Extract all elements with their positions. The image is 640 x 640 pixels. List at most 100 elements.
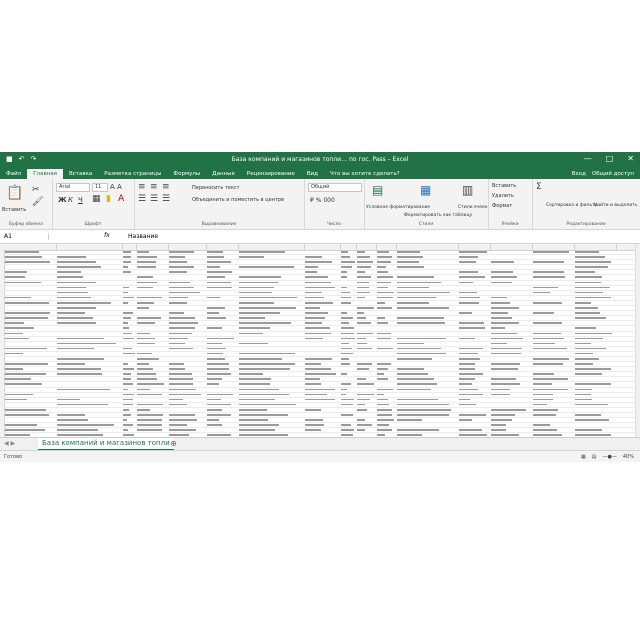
align-top-icon[interactable]: ≡ <box>138 182 146 192</box>
sort-filter-button[interactable]: Сортировка и фильтр <box>546 203 598 208</box>
currency-icon[interactable]: ₽ % 000 <box>310 197 335 204</box>
cell-text <box>459 398 470 401</box>
cell-text <box>491 419 512 421</box>
close-button[interactable]: ✕ <box>627 154 634 163</box>
fill-color-icon[interactable]: ▮ <box>106 194 111 204</box>
cell-text <box>459 429 482 431</box>
cell-text <box>377 301 385 304</box>
cell-text <box>57 357 104 360</box>
delete-cells-button[interactable]: Удалить <box>492 193 514 199</box>
paste-button[interactable]: Вставить <box>2 207 26 213</box>
borders-icon[interactable]: ▦ <box>92 194 101 204</box>
cell-text <box>397 414 449 416</box>
cell-text <box>305 393 327 396</box>
tab-formulas[interactable]: Формулы <box>167 169 206 179</box>
tab-review[interactable]: Рецензирование <box>241 169 301 179</box>
align-right-icon[interactable]: ☰ <box>162 194 170 204</box>
cell-text <box>305 327 330 329</box>
font-name-select[interactable]: Arial <box>56 183 90 192</box>
cell-text <box>239 291 272 294</box>
cell-text <box>357 419 365 421</box>
font-size-select[interactable]: 11 <box>92 183 108 192</box>
conditional-format-button[interactable]: Условное форматирование <box>366 205 430 210</box>
paste-icon[interactable]: 📋 <box>6 185 23 201</box>
format-table-button[interactable]: Форматировать как таблицу <box>404 213 472 218</box>
conditional-format-icon[interactable]: ▤ <box>372 183 383 197</box>
alignment-label: Выравнивание <box>201 222 237 227</box>
zoom-slider[interactable]: —●— <box>603 454 617 460</box>
tab-data[interactable]: Данные <box>206 169 241 179</box>
share-button[interactable]: Общий доступ <box>592 171 634 177</box>
cell-text <box>5 281 41 284</box>
worksheet-grid[interactable] <box>0 244 640 448</box>
sheet-nav-arrows[interactable]: ◀ ▶ <box>4 440 15 447</box>
number-format-select[interactable]: Общий <box>308 183 362 192</box>
cell-text <box>491 352 521 355</box>
tab-page-layout[interactable]: Разметка страницы <box>98 169 167 179</box>
cell-text <box>123 363 128 365</box>
tab-view[interactable]: Вид <box>301 169 324 179</box>
cell-area[interactable] <box>4 250 636 448</box>
cell-text <box>207 342 222 345</box>
cell-text <box>575 256 605 258</box>
underline-button[interactable]: Ч <box>78 196 83 204</box>
format-table-icon[interactable]: ▦ <box>420 183 431 197</box>
bold-button[interactable]: Ж <box>58 196 67 204</box>
cell-text <box>57 368 101 370</box>
wrap-text-button[interactable]: Переносить текст <box>192 185 240 191</box>
tell-me-search[interactable]: Что вы хотите сделать? <box>324 169 406 179</box>
cell-text <box>341 322 349 324</box>
cell-text <box>137 352 152 355</box>
cell-text <box>533 429 557 431</box>
maximize-button[interactable]: □ <box>606 154 614 163</box>
cell-text <box>459 388 478 391</box>
cell-text <box>207 281 231 284</box>
align-middle-icon[interactable]: ≡ <box>150 182 158 192</box>
cell-text <box>575 301 591 304</box>
signin-link[interactable]: Вход <box>572 171 586 177</box>
autosum-icon[interactable]: Σ <box>536 182 542 192</box>
tab-home[interactable]: Главная <box>27 169 63 179</box>
cell-text <box>137 368 153 370</box>
align-center-icon[interactable]: ☰ <box>150 194 158 204</box>
cell-text <box>305 301 333 304</box>
tab-insert[interactable]: Вставка <box>63 169 98 179</box>
cell-text <box>357 398 370 401</box>
find-select-button[interactable]: Найти и выделить <box>594 203 638 208</box>
align-left-icon[interactable]: ☰ <box>138 194 146 204</box>
align-bottom-icon[interactable]: ≡ <box>162 182 170 192</box>
cell-text <box>357 296 365 299</box>
cell-text <box>169 337 188 340</box>
cell-styles-button[interactable]: Стили ячеек <box>458 205 488 210</box>
vertical-scrollbar[interactable] <box>635 244 640 448</box>
minimize-button[interactable]: — <box>584 154 592 163</box>
cell-text <box>137 388 150 391</box>
tab-file[interactable]: Файл <box>0 169 27 179</box>
view-layout-icon[interactable]: ▤ <box>592 454 597 460</box>
name-box[interactable]: A1 <box>4 233 49 240</box>
format-painter-icon[interactable]: 🖌 <box>32 197 43 207</box>
cell-text <box>169 342 185 345</box>
cell-text <box>397 408 451 411</box>
format-cells-button[interactable]: Формат <box>492 203 512 209</box>
font-color-icon[interactable]: A <box>118 194 124 204</box>
cell-styles-icon[interactable]: ▥ <box>462 183 473 197</box>
formula-input[interactable]: Название <box>128 233 158 240</box>
add-sheet-icon[interactable]: ⊕ <box>170 439 177 448</box>
cell-text <box>123 337 134 340</box>
cell-text <box>397 276 434 279</box>
group-styles: ▤ Условное форматирование ▦ Форматироват… <box>364 179 489 229</box>
italic-button[interactable]: К <box>68 196 73 204</box>
insert-cells-button[interactable]: Вставить <box>492 183 516 189</box>
fx-icon[interactable]: fx <box>104 232 110 239</box>
title-bar: ■ ↶ ↷ База компаний и магазинов топли… п… <box>0 152 640 168</box>
cell-text <box>459 322 484 324</box>
zoom-level[interactable]: 40% <box>623 454 634 460</box>
cut-icon[interactable]: ✂ <box>32 185 40 195</box>
cell-text <box>123 368 134 370</box>
view-normal-icon[interactable]: ▦ <box>581 454 586 460</box>
cell-text <box>137 383 164 386</box>
grow-font-icon[interactable]: A A <box>110 183 122 191</box>
merge-center-button[interactable]: Объединить и поместить в центре <box>192 197 284 203</box>
cell-text <box>207 368 229 370</box>
